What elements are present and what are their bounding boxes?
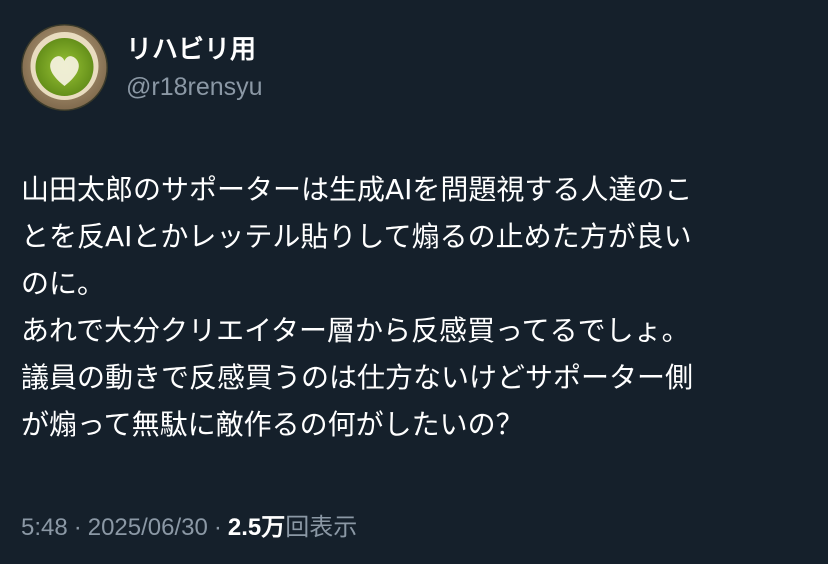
matcha-latte-heart-icon (21, 24, 108, 111)
views-label: 回表示 (285, 514, 358, 541)
author-names: リハビリ用 @r18rensyu (126, 33, 263, 103)
post-date[interactable]: 2025/06/30 (88, 514, 208, 541)
post-time[interactable]: 5:48 (21, 514, 68, 541)
post-header: リハビリ用 @r18rensyu (21, 24, 263, 111)
post-text-line: とを反AIとかレッテル貼りして煽るの止めた方が良い (21, 220, 692, 253)
post-text-line: 山田太郎のサポーターは生成AIを問題視する人達のこ (21, 173, 693, 206)
post-text-line: が煽って無駄に敵作るの何がしたいの？ (21, 408, 524, 441)
post-card: リハビリ用 @r18rensyu 山田太郎のサポーターは生成AIを問題視する人達… (0, 0, 828, 564)
post-text-line: あれで大分クリエイター層から反感買ってるでしょ。 (21, 314, 690, 347)
meta-separator: · (73, 514, 82, 541)
post-text-line: 議員の動きで反感買うのは仕方ないけどサポーター側 (21, 361, 694, 394)
meta-separator: · (213, 514, 222, 541)
author-display-name[interactable]: リハビリ用 (126, 33, 263, 67)
avatar[interactable] (21, 24, 108, 111)
author-handle[interactable]: @r18rensyu (126, 71, 263, 103)
post-text: 山田太郎のサポーターは生成AIを問題視する人達のこ とを反AIとかレッテル貼りし… (21, 166, 811, 448)
views-count[interactable]: 2.5万 (228, 514, 285, 541)
post-meta: 5:48 · 2025/06/30 · 2.5万回表示 (21, 511, 357, 545)
post-text-line: のに。 (21, 267, 106, 300)
